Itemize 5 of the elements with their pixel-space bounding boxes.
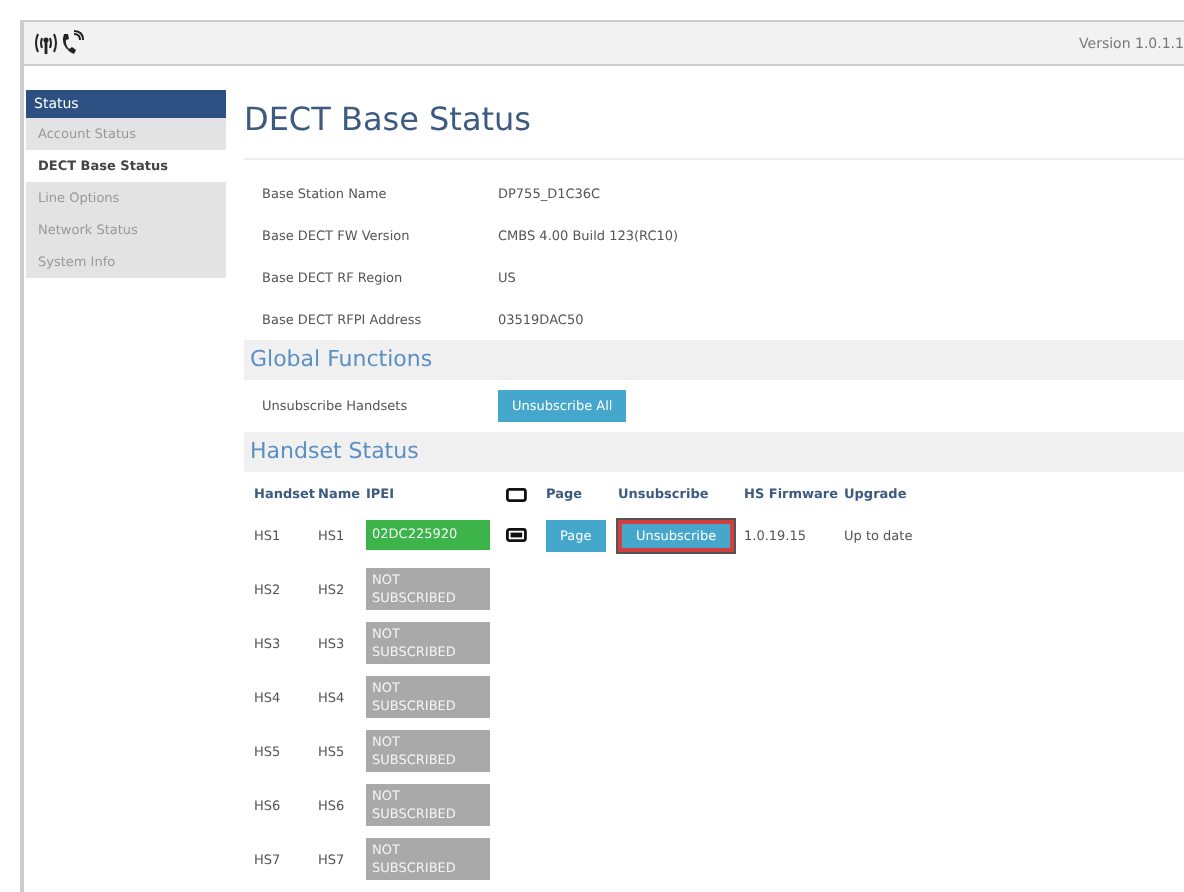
page-title: DECT Base Status <box>244 90 1184 160</box>
section-header: Global Functions <box>244 340 1184 380</box>
battery-icon <box>506 528 528 542</box>
battery-icon <box>506 487 528 501</box>
section-header: Handset Status <box>244 432 1184 472</box>
